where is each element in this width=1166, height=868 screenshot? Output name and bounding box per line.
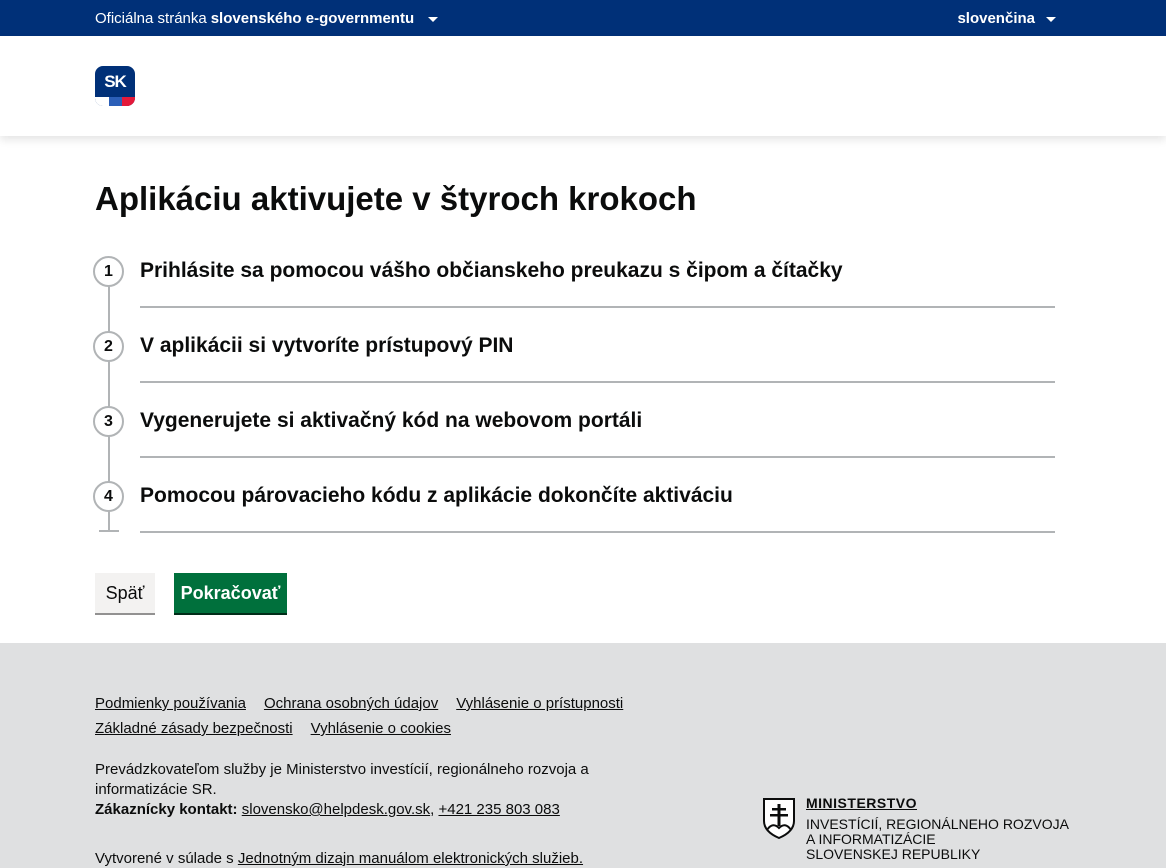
design-manual-note: Vytvorené v súlade s Jednotným dizajn ma… bbox=[95, 850, 583, 867]
site-header: SK bbox=[0, 36, 1166, 136]
site-footer: Podmienky používania Ochrana osobných úd… bbox=[0, 643, 1166, 868]
footer-links-row-1: Podmienky používania Ochrana osobných úd… bbox=[95, 695, 641, 712]
footer-links-row-2: Základné zásady bezpečnosti Vyhlásenie o… bbox=[95, 720, 469, 737]
logo-flag-strip bbox=[95, 97, 135, 106]
step-label: Vygenerujete si aktivačný kód na webovom… bbox=[140, 409, 643, 432]
language-label: slovenčina bbox=[957, 9, 1035, 27]
ministry-line-3: A INFORMATIZÁCIE bbox=[806, 831, 936, 847]
chevron-down-icon bbox=[428, 16, 439, 22]
step-number: 4 bbox=[93, 481, 124, 512]
step-number: 3 bbox=[93, 406, 124, 437]
step-number: 2 bbox=[93, 331, 124, 362]
security-principles-link[interactable]: Základné zásady bezpečnosti bbox=[95, 720, 293, 737]
privacy-link[interactable]: Ochrana osobných údajov bbox=[264, 695, 438, 712]
step-divider bbox=[140, 456, 1055, 458]
continue-button[interactable]: Pokračovať bbox=[174, 573, 287, 613]
made-prefix: Vytvorené v súlade s bbox=[95, 850, 234, 867]
operator-text: Prevádzkovateľom služby je Ministerstvo … bbox=[95, 761, 589, 798]
ministry-logo[interactable]: MINISTERSTVO INVESTÍCIÍ, REGIONÁLNEHO RO… bbox=[762, 795, 1069, 865]
step-item: 3 Vygenerujete si aktivačný kód na webov… bbox=[93, 406, 1055, 481]
terms-of-use-link[interactable]: Podmienky používania bbox=[95, 695, 246, 712]
operator-info: Prevádzkovateľom služby je Ministerstvo … bbox=[95, 760, 615, 820]
coat-of-arms-icon bbox=[763, 798, 795, 839]
logo-text: SK bbox=[104, 72, 127, 91]
contact-label: Zákaznícky kontakt: bbox=[95, 801, 238, 818]
step-divider bbox=[140, 306, 1055, 308]
step-label: V aplikácii si vytvoríte prístupový PIN bbox=[140, 334, 514, 357]
ministry-name: INVESTÍCIÍ, REGIONÁLNEHO ROZVOJA A INFOR… bbox=[806, 817, 1069, 862]
cookies-link[interactable]: Vyhlásenie o cookies bbox=[311, 720, 451, 737]
ministry-line-2: INVESTÍCIÍ, REGIONÁLNEHO ROZVOJA bbox=[806, 816, 1069, 832]
contact-email-link[interactable]: slovensko@helpdesk.gov.sk bbox=[242, 801, 430, 818]
accessibility-link[interactable]: Vyhlásenie o prístupnosti bbox=[456, 695, 623, 712]
step-item: 1 Prihlásite sa pomocou vášho občianskeh… bbox=[93, 256, 1055, 331]
step-item: 2 V aplikácii si vytvoríte prístupový PI… bbox=[93, 331, 1055, 406]
back-button[interactable]: Späť bbox=[95, 573, 155, 613]
ministry-line-4: SLOVENSKEJ REPUBLIKY bbox=[806, 846, 981, 862]
ministry-line-1: MINISTERSTVO bbox=[806, 795, 918, 811]
chevron-down-icon bbox=[1046, 16, 1056, 22]
contact-separator: , bbox=[430, 801, 435, 818]
official-prefix: Oficiálna stránka bbox=[95, 9, 207, 27]
official-bold: slovenského e-governmentu bbox=[210, 9, 415, 27]
step-divider bbox=[140, 531, 1055, 533]
design-manual-link[interactable]: Jednotným dizajn manuálom elektronických… bbox=[238, 850, 583, 867]
step-divider bbox=[140, 381, 1055, 383]
step-item: 4 Pomocou párovacieho kódu z aplikácie d… bbox=[93, 481, 1055, 556]
sk-logo[interactable]: SK bbox=[95, 66, 135, 106]
step-label: Pomocou párovacieho kódu z aplikácie dok… bbox=[140, 484, 733, 507]
language-selector[interactable]: slovenčina bbox=[957, 0, 1056, 36]
top-bar: Oficiálna stránka slovenského e-governme… bbox=[0, 0, 1166, 36]
official-site-toggle[interactable]: Oficiálna stránka slovenského e-governme… bbox=[95, 0, 439, 36]
step-label: Prihlásite sa pomocou vášho občianskeho … bbox=[140, 259, 843, 282]
contact-phone-link[interactable]: +421 235 803 083 bbox=[438, 801, 559, 818]
step-number: 1 bbox=[93, 256, 124, 287]
page-title: Aplikáciu aktivujete v štyroch krokoch bbox=[95, 180, 697, 217]
